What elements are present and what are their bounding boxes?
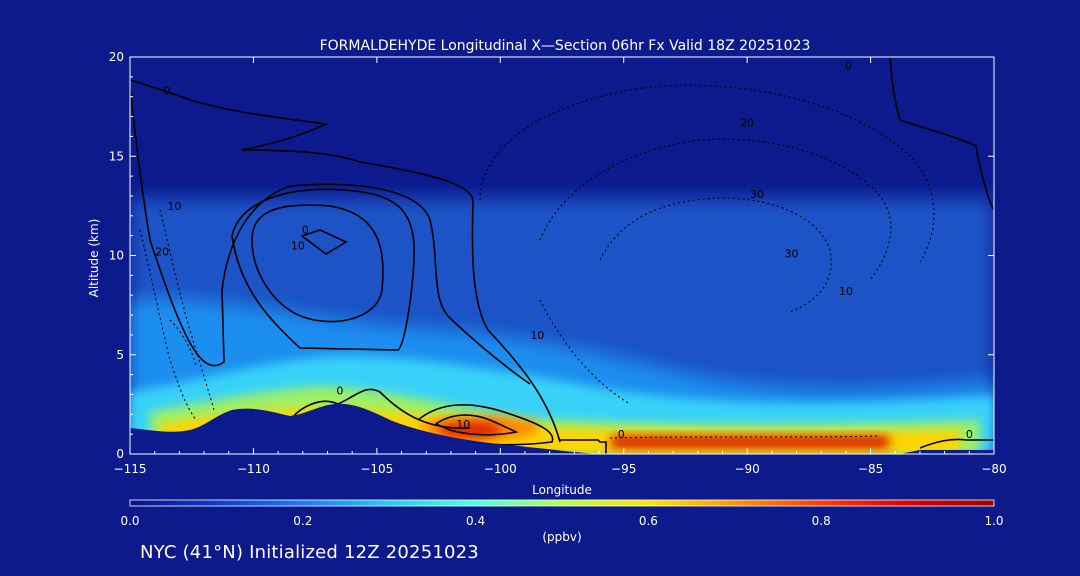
contour-label: 0 bbox=[336, 384, 343, 397]
field-surface-red bbox=[610, 436, 890, 448]
x-tick-label: −100 bbox=[484, 462, 517, 476]
colorbar-tick-label: 0.2 bbox=[293, 514, 312, 528]
contour-label: 10 bbox=[291, 240, 305, 253]
colorbar-ticks: 0.0 0.2 0.4 0.6 0.8 1.0 bbox=[120, 514, 1003, 528]
y-axis-label: Altitude (km) bbox=[87, 219, 101, 298]
chart: FORMALDEHYDE Longitudinal X—Section 06hr… bbox=[87, 38, 1007, 544]
colorbar-label: (ppbv) bbox=[542, 530, 581, 544]
footer-initialized-text: NYC (41°N) Initialized 12Z 20251023 bbox=[140, 542, 479, 563]
contour-label: 10 bbox=[839, 285, 853, 298]
contour-label: 10 bbox=[167, 200, 181, 213]
x-tick-label: −80 bbox=[981, 462, 1006, 476]
colorbar-tick-label: 1.0 bbox=[984, 514, 1003, 528]
contour-label: 0 bbox=[302, 224, 309, 237]
y-tick-label: 20 bbox=[109, 50, 124, 64]
plot-area: 0 0 0 0 0 0 10 10 10 10 10 20 20 30 30 bbox=[130, 57, 994, 454]
colorbar: 0.0 0.2 0.4 0.6 0.8 1.0 (ppbv) bbox=[120, 499, 1004, 544]
colorbar-tick-label: 0.8 bbox=[812, 514, 831, 528]
y-tick-label: 5 bbox=[116, 348, 124, 362]
chart-title: FORMALDEHYDE Longitudinal X—Section 06hr… bbox=[320, 38, 811, 54]
colorbar-gradient bbox=[129, 499, 995, 507]
contour-label: 20 bbox=[740, 116, 754, 129]
x-axis-label: Longitude bbox=[532, 483, 592, 497]
x-tick-label: −95 bbox=[611, 462, 636, 476]
y-tick-label: 15 bbox=[109, 149, 124, 163]
x-tick-label: −105 bbox=[360, 462, 393, 476]
colorbar-tick-label: 0.6 bbox=[639, 514, 658, 528]
y-tick-label: 10 bbox=[109, 249, 124, 263]
colorbar-tick-label: 0.4 bbox=[466, 514, 485, 528]
x-tick-label: −115 bbox=[114, 462, 147, 476]
contour-label: 0 bbox=[164, 85, 171, 98]
x-tick-label: −110 bbox=[237, 462, 270, 476]
contour-label: 0 bbox=[618, 428, 625, 441]
contour-label: 0 bbox=[966, 428, 973, 441]
x-tick-label: −90 bbox=[734, 462, 759, 476]
y-tick-label: 0 bbox=[116, 447, 124, 461]
contour-label: 10 bbox=[456, 418, 470, 431]
contour-label: 0 bbox=[845, 59, 852, 72]
contour-label: 20 bbox=[155, 246, 169, 259]
x-tick-label: −85 bbox=[858, 462, 883, 476]
contour-label: 10 bbox=[530, 329, 544, 342]
contour-label: 30 bbox=[785, 247, 799, 260]
colorbar-tick-label: 0.0 bbox=[120, 514, 139, 528]
contour-label: 30 bbox=[750, 188, 764, 201]
